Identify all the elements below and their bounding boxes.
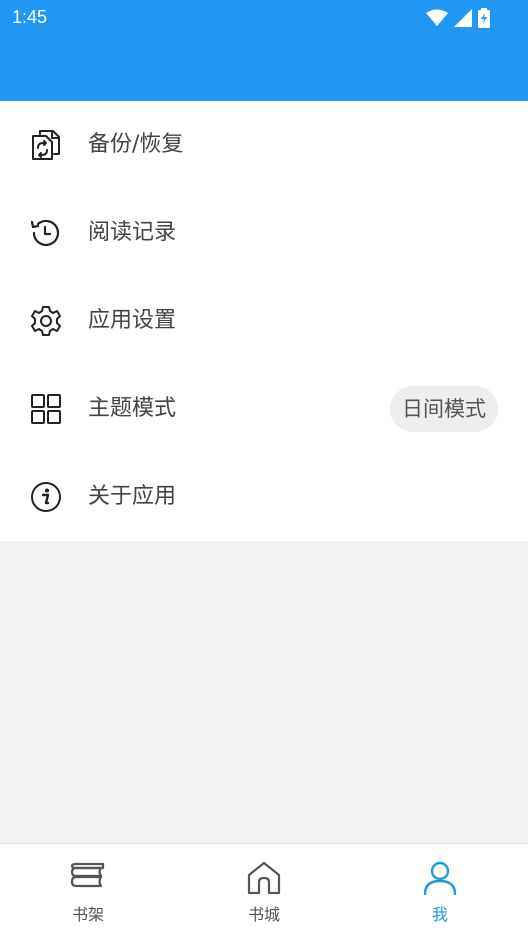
settings-menu: 备份/恢复 阅读记录 应用设置 主题模式 日间模式 关于应用 [0, 101, 528, 541]
history-icon [30, 219, 60, 246]
gear-icon [31, 306, 61, 336]
menu-label: 主题模式 [88, 396, 177, 421]
menu-label: 应用设置 [88, 308, 177, 333]
grid-icon [31, 394, 61, 424]
menu-label: 备份/恢复 [88, 132, 184, 157]
bottom-navigation: 书架 书城 我 [0, 843, 528, 940]
person-icon [423, 861, 457, 896]
nav-label: 书架 [71, 905, 104, 924]
nav-label-active: 我 [431, 905, 448, 924]
nav-item-bookstore[interactable]: 书城 [176, 844, 352, 940]
status-icons [426, 8, 490, 28]
theme-mode-value[interactable]: 日间模式 [390, 386, 498, 432]
nav-label: 书城 [247, 905, 280, 924]
status-bar: 1:45 [0, 0, 528, 36]
menu-item-about[interactable]: 关于应用 [0, 453, 528, 541]
app-header: 1:45 [0, 0, 528, 101]
status-time: 1:45 [12, 7, 48, 27]
bookshelf-icon [70, 862, 105, 888]
info-icon [31, 482, 61, 512]
signal-icon [454, 9, 472, 27]
nav-item-me[interactable]: 我 [352, 844, 528, 940]
wifi-icon [426, 9, 448, 26]
menu-item-backup-restore[interactable]: 备份/恢复 [0, 101, 528, 189]
menu-label: 阅读记录 [88, 220, 177, 245]
home-icon [247, 861, 281, 895]
battery-charging-icon [478, 8, 490, 28]
menu-item-reading-history[interactable]: 阅读记录 [0, 189, 528, 277]
menu-item-app-settings[interactable]: 应用设置 [0, 277, 528, 365]
nav-item-bookshelf[interactable]: 书架 [0, 844, 176, 940]
menu-label: 关于应用 [88, 484, 177, 509]
backup-restore-icon [32, 130, 60, 160]
